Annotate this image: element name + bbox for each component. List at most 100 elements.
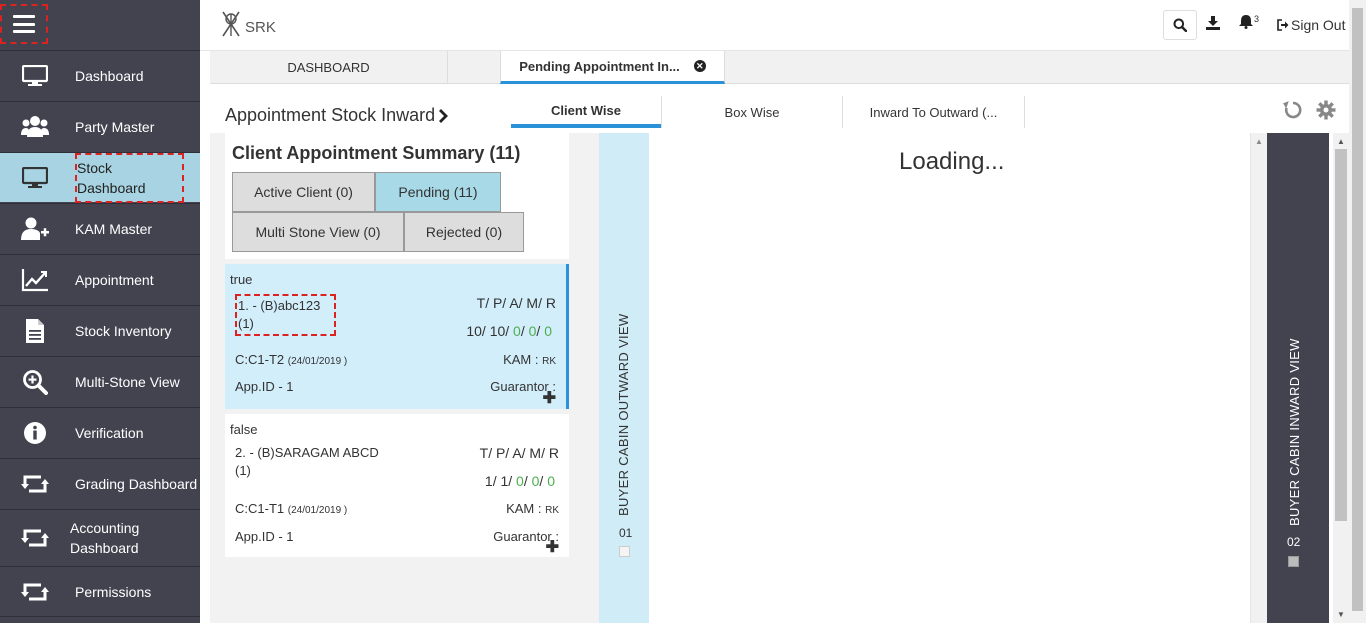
chevron-right-icon xyxy=(439,108,449,123)
srk-logo-icon xyxy=(222,11,240,37)
sidebar-item-stock-dashboard[interactable]: Stock Dashboard xyxy=(0,152,200,203)
loading-text: Loading... xyxy=(899,148,1005,175)
monitor-icon xyxy=(20,61,50,91)
sidebar-item-permissions[interactable]: Permissions xyxy=(0,566,200,616)
filter-multi-stone-view-button[interactable]: Multi Stone View (0) xyxy=(232,212,404,252)
card-tpam-label: T/ P/ A/ M/ R xyxy=(476,295,556,311)
buyer-cabin-outward-view[interactable]: BUYER CABIN OUTWARD VIEW 01 xyxy=(599,133,649,623)
search-icon xyxy=(1173,18,1187,32)
sidebar-item-grading-dashboard[interactable]: Grading Dashboard xyxy=(0,458,200,508)
sidebar-item-kam-master[interactable]: KAM Master xyxy=(0,203,200,253)
gear-icon[interactable] xyxy=(1316,100,1336,125)
filter-pending-button[interactable]: Pending (11) xyxy=(375,172,501,212)
inner-scrollbar[interactable]: ▲ xyxy=(1250,133,1267,623)
card-counts: 1/ 1/ 0/ 0/ 0 xyxy=(484,473,555,489)
inward-view-number: 02 xyxy=(1287,535,1301,549)
tab-pending-appointment[interactable]: Pending Appointment In... ✕ xyxy=(500,51,725,84)
plus-icon[interactable]: ✚ xyxy=(546,537,559,557)
sidebar-item-label: Stock Inventory xyxy=(75,322,172,339)
download-icon xyxy=(1206,16,1220,30)
inward-view-checkbox[interactable] xyxy=(1288,556,1299,567)
search-button[interactable] xyxy=(1163,10,1197,40)
card-app-id: App.ID - 1 xyxy=(235,379,294,394)
sidebar-item-appointment[interactable]: Appointment xyxy=(0,254,200,304)
retweet-icon xyxy=(20,577,50,607)
document-icon xyxy=(20,316,50,346)
sidebar-item-verification[interactable]: Verification xyxy=(0,407,200,457)
card-tpam-label: T/ P/ A/ M/ R xyxy=(479,445,559,461)
subtab-box-wise[interactable]: Box Wise xyxy=(661,96,843,128)
scroll-up-icon[interactable]: ▲ xyxy=(1255,137,1263,146)
filter-active-client-button[interactable]: Active Client (0) xyxy=(232,172,375,212)
client-card[interactable]: true 1. - (B)abc123 (1) T/ P/ A/ M/ R 10… xyxy=(225,264,569,409)
top-header: SRK 3 Sign Out xyxy=(200,0,1366,51)
client-card[interactable]: false 2. - (B)SARAGAM ABCD (1) T/ P/ A/ … xyxy=(225,414,569,557)
sign-out-icon xyxy=(1277,19,1289,31)
outward-view-label: BUYER CABIN OUTWARD VIEW xyxy=(616,313,631,516)
plus-icon[interactable]: ✚ xyxy=(543,388,556,408)
scroll-down-icon[interactable]: ▼ xyxy=(1337,610,1345,619)
notifications-button[interactable]: 3 xyxy=(1239,14,1259,29)
zoom-in-icon xyxy=(20,367,50,397)
download-button[interactable] xyxy=(1206,16,1220,35)
sidebar-item-label: Party Master xyxy=(75,118,155,135)
sidebar-divider xyxy=(0,616,200,617)
card-client-name: 2. - (B)SARAGAM ABCD (1) xyxy=(235,445,379,478)
users-icon xyxy=(20,112,50,142)
card-code: C:C1-T1 (24/01/2019 ) xyxy=(235,501,348,516)
sidebar-item-label: Stock Dashboard xyxy=(75,152,184,203)
page-title: Appointment Stock Inward xyxy=(225,105,449,126)
sidebar-item-party-master[interactable]: Party Master xyxy=(0,101,200,151)
card-kam: KAM : RK xyxy=(506,501,559,516)
scrollbar-thumb[interactable] xyxy=(1352,8,1363,611)
tab-dashboard[interactable]: DASHBOARD xyxy=(210,51,448,84)
buyer-cabin-inward-view[interactable]: BUYER CABIN INWARD VIEW 02 xyxy=(1267,133,1329,623)
subtab-label: Client Wise xyxy=(551,102,621,118)
refresh-icon[interactable] xyxy=(1283,100,1303,125)
scrollbar-thumb[interactable] xyxy=(1335,149,1347,521)
subtab-label: Inward To Outward (... xyxy=(869,104,998,120)
card-client-name: 1. - (B)abc123 (1) xyxy=(235,294,336,336)
sidebar-item-label: Permissions xyxy=(75,583,152,600)
sidebar-item-label: Verification xyxy=(75,424,144,441)
summary-title: Client Appointment Summary (11) xyxy=(232,143,521,163)
page-title-text: Appointment Stock Inward xyxy=(225,105,436,125)
monitor-icon xyxy=(20,163,50,193)
logo-text: SRK xyxy=(245,19,276,36)
retweet-icon xyxy=(20,523,50,553)
close-tab-icon[interactable]: ✕ xyxy=(693,60,706,72)
window-scrollbar[interactable] xyxy=(1349,0,1366,623)
card-code: C:C1-T2 (24/01/2019 ) xyxy=(235,352,348,367)
line-chart-icon xyxy=(20,265,50,295)
card-kam: KAM : RK xyxy=(503,352,556,367)
tab-label: Pending Appointment In... xyxy=(519,58,680,74)
outward-view-checkbox[interactable] xyxy=(619,546,630,557)
sidebar-item-stock-inventory[interactable]: Stock Inventory xyxy=(0,305,200,355)
sidebar-item-accounting-dashboard[interactable]: Accounting Dashboard xyxy=(0,509,200,566)
sidebar-item-label: Dashboard xyxy=(75,67,144,84)
card-flag: false xyxy=(230,422,258,437)
retweet-icon xyxy=(20,469,50,499)
sign-out-button[interactable]: Sign Out xyxy=(1277,17,1345,33)
logo[interactable]: SRK xyxy=(219,10,276,38)
tab-bar: DASHBOARD Pending Appointment In... ✕ xyxy=(210,51,1350,84)
inward-view-label: BUYER CABIN INWARD VIEW xyxy=(1287,338,1302,526)
card-counts: 10/ 10/ 0/ 0/ 0 xyxy=(466,323,552,339)
filter-rejected-button[interactable]: Rejected (0) xyxy=(404,212,524,252)
bell-icon xyxy=(1239,15,1253,29)
subtab-client-wise[interactable]: Client Wise xyxy=(511,96,661,128)
sidebar-item-multi-stone-view[interactable]: Multi-Stone View xyxy=(0,356,200,406)
sidebar-item-label: Multi-Stone View xyxy=(75,373,180,390)
content-scrollbar[interactable]: ▲ ▼ xyxy=(1333,133,1349,623)
sidebar-item-dashboard[interactable]: Dashboard xyxy=(0,50,200,100)
subtab-label: Box Wise xyxy=(724,104,780,120)
sidebar: Dashboard Party Master Stock Dashboard K… xyxy=(0,0,200,623)
sign-out-label: Sign Out xyxy=(1291,17,1346,33)
scroll-up-icon[interactable]: ▲ xyxy=(1337,137,1345,146)
subtab-inward-to-outward[interactable]: Inward To Outward (... xyxy=(843,96,1025,128)
sidebar-item-label: Appointment xyxy=(75,271,154,288)
card-app-id: App.ID - 1 xyxy=(235,529,294,544)
user-plus-icon xyxy=(20,214,50,244)
hamburger-menu-icon[interactable] xyxy=(0,4,48,44)
notification-count: 3 xyxy=(1254,14,1260,24)
